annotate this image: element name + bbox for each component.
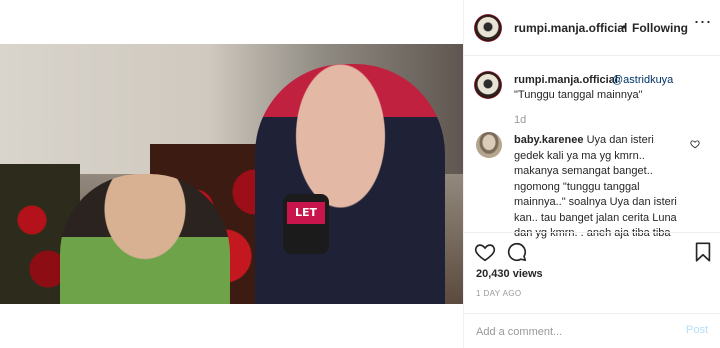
caption-username-link[interactable]: rumpi.manja.official [514, 74, 618, 86]
caption-text: "Tunggu tanggal mainnya" [514, 89, 643, 101]
video-mic-brand: LET [287, 202, 325, 224]
video-player[interactable]: LET [0, 44, 463, 304]
header-username-link[interactable]: rumpi.manja.official [514, 21, 627, 35]
caption-timestamp[interactable]: 1d [514, 114, 526, 126]
bookmark-icon[interactable] [692, 241, 714, 263]
comment-text: Uya dan isteri gedek kali ya ma yg kmrn.… [514, 134, 677, 239]
post-actions: 20,430 views 1 DAY AGO Post [464, 232, 720, 348]
post-date[interactable]: 1 DAY AGO [476, 289, 522, 298]
caption-mention-link[interactable]: @astridkuya [612, 74, 673, 86]
media-panel: LET [0, 0, 463, 348]
following-button[interactable]: Following [632, 21, 688, 35]
view-count[interactable]: 20,430 views [476, 268, 543, 280]
comment-body: baby.karenee Uya dan isteri gedek kali y… [514, 133, 686, 242]
caption-avatar[interactable] [474, 71, 502, 99]
like-heart-icon[interactable] [474, 241, 496, 263]
avatar[interactable] [474, 14, 502, 42]
comment-bubble-icon[interactable] [506, 241, 528, 263]
post-header: rumpi.manja.official • Following ⋯ [464, 0, 720, 56]
header-separator: • [622, 20, 627, 34]
comment-avatar[interactable] [476, 132, 502, 158]
comment-like-heart-icon[interactable] [690, 139, 700, 149]
video-person-right [255, 64, 445, 304]
post-side-panel: rumpi.manja.official • Following ⋯ rumpi… [463, 0, 720, 348]
post-comment-button[interactable]: Post [686, 324, 708, 336]
add-comment-bar: Post [464, 313, 720, 348]
more-options-icon[interactable]: ⋯ [693, 13, 712, 34]
add-comment-input[interactable] [476, 324, 666, 340]
comment-username-link[interactable]: baby.karenee [514, 134, 584, 146]
